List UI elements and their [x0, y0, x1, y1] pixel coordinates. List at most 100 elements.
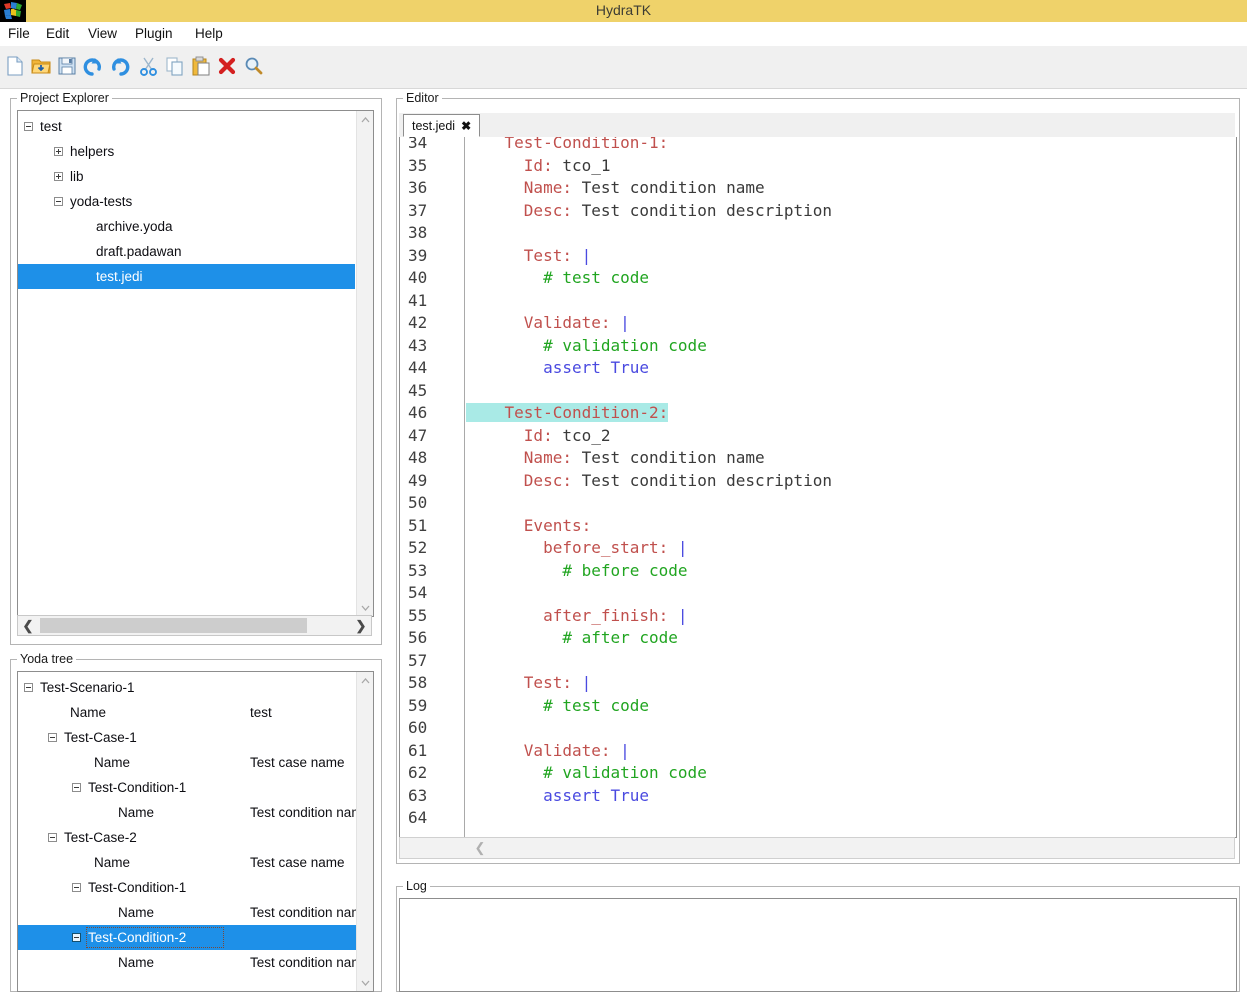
expand-toggle-icon[interactable]	[54, 147, 63, 156]
editor-hscrollbar[interactable]: ❮	[399, 837, 1235, 859]
code-line[interactable]: Name: Test condition name	[466, 447, 765, 470]
expand-toggle-icon[interactable]	[54, 172, 63, 181]
code-line[interactable]: Test: |	[466, 245, 591, 268]
code-token: Test condition name	[581, 448, 765, 467]
menu-view[interactable]: View	[84, 25, 121, 43]
scroll-up-icon[interactable]	[357, 111, 373, 128]
project-explorer-tree[interactable]: test helpers lib yoda-tests archive.yoda draf…	[17, 110, 374, 617]
cut-icon[interactable]	[136, 54, 162, 80]
yoda-tree[interactable]: Test-Scenario-1 Name test Test-Case-1 Name Te…	[17, 671, 374, 992]
code-line[interactable]: # before code	[466, 560, 687, 583]
menu-plugin[interactable]: Plugin	[131, 25, 177, 43]
close-icon[interactable]: ✖	[461, 119, 471, 133]
code-token: # test code	[466, 268, 650, 287]
code-line[interactable]: assert True	[466, 785, 649, 808]
redo-icon[interactable]	[108, 54, 134, 80]
yoda-tree-row-label: Test-Case-1	[64, 730, 137, 745]
editor-tab-test-jedi[interactable]: test.jedi ✖	[403, 114, 481, 137]
project-tree-row-label: lib	[70, 169, 84, 184]
code-line[interactable]: # validation code	[466, 762, 707, 785]
code-line[interactable]: # after code	[466, 627, 678, 650]
code-line[interactable]: # validation code	[466, 335, 707, 358]
code-line[interactable]: Test-Condition-2:	[466, 402, 669, 425]
new-file-icon[interactable]	[2, 54, 28, 80]
yoda-tree-row-label: Test-Condition-1	[88, 880, 187, 895]
yoda-tree-row[interactable]: Name Test case name	[18, 850, 373, 875]
open-folder-icon[interactable]	[28, 54, 54, 80]
code-line[interactable]: Desc: Test condition description	[466, 470, 832, 493]
project-explorer-vscrollbar[interactable]	[356, 111, 373, 616]
collapse-toggle-icon[interactable]	[24, 122, 33, 131]
project-tree-row-label: draft.padawan	[96, 244, 182, 259]
yoda-tree-row[interactable]: Test-Case-1	[18, 725, 373, 750]
editor-tab-label: test.jedi	[412, 118, 456, 133]
scroll-up-icon[interactable]	[357, 672, 373, 689]
code-token: |	[677, 605, 688, 625]
collapse-toggle-icon[interactable]	[72, 933, 81, 942]
menu-file[interactable]: File	[4, 25, 34, 43]
code-line[interactable]: Validate: |	[466, 740, 630, 763]
yoda-tree-row[interactable]: Name Test condition nam	[18, 800, 373, 825]
menu-edit[interactable]: Edit	[42, 25, 73, 43]
log-output[interactable]	[399, 898, 1237, 992]
scroll-down-icon[interactable]	[357, 599, 373, 616]
code-lines[interactable]: Test-Condition-1: Id: tco_1 Name: Test c…	[466, 137, 1236, 837]
code-line[interactable]: # test code	[466, 267, 649, 290]
code-line[interactable]: after_finish: |	[466, 605, 688, 628]
yoda-tree-row[interactable]: Test-Scenario-1	[18, 675, 373, 700]
yoda-tree-vscrollbar[interactable]	[356, 672, 373, 991]
code-token: before_start:	[466, 538, 678, 557]
hscroll-thumb[interactable]	[40, 618, 307, 633]
project-tree-row[interactable]: lib	[18, 164, 355, 189]
collapse-toggle-icon[interactable]	[24, 683, 33, 692]
yoda-tree-row[interactable]: Test-Condition-1	[18, 775, 373, 800]
code-line[interactable]: Events:	[466, 515, 591, 538]
menu-help[interactable]: Help	[191, 25, 227, 43]
code-token: Validate:	[466, 740, 621, 760]
project-tree-row[interactable]: archive.yoda	[18, 214, 355, 239]
project-tree-row[interactable]: yoda-tests	[18, 189, 355, 214]
project-tree-row[interactable]: draft.padawan	[18, 239, 355, 264]
undo-icon[interactable]	[80, 54, 106, 80]
paste-icon[interactable]	[188, 54, 214, 80]
yoda-tree-row[interactable]: Name test	[18, 700, 373, 725]
copy-icon[interactable]	[162, 54, 188, 80]
scroll-right-icon[interactable]: ❯	[351, 616, 371, 635]
code-line[interactable]: # test code	[466, 695, 649, 718]
project-tree-row[interactable]: test	[18, 114, 355, 139]
code-line[interactable]: assert True	[466, 357, 649, 380]
project-tree-row-label: archive.yoda	[96, 219, 173, 234]
code-editor[interactable]: 34 35 36 37 38 39 40 41 42 43 44 45 46 47 48 49 50 51 52 53…	[399, 137, 1237, 838]
project-explorer-hscrollbar[interactable]: ❮ ❯	[17, 615, 372, 636]
code-line[interactable]: Name: Test condition name	[466, 177, 765, 200]
yoda-tree-row[interactable]: Test-Case-2	[18, 825, 373, 850]
code-line[interactable]: Id: tco_2	[466, 425, 611, 448]
collapse-toggle-icon[interactable]	[48, 833, 57, 842]
collapse-toggle-icon[interactable]	[48, 733, 57, 742]
code-line[interactable]: Desc: Test condition description	[466, 200, 832, 223]
yoda-tree-row[interactable]: Name Test condition nam	[18, 950, 373, 975]
code-line[interactable]: before_start: |	[466, 537, 688, 560]
collapse-toggle-icon[interactable]	[72, 783, 81, 792]
scroll-left-icon[interactable]: ❮	[470, 838, 490, 857]
yoda-tree-row[interactable]: Test-Condition-2	[18, 925, 373, 950]
project-tree-row[interactable]: test.jedi	[18, 264, 355, 289]
project-tree-row[interactable]: helpers	[18, 139, 355, 164]
code-line[interactable]: Id: tco_1	[466, 155, 611, 178]
project-tree-row-label: helpers	[70, 144, 115, 159]
code-line[interactable]: Test: |	[466, 672, 591, 695]
code-token: Id:	[466, 155, 563, 175]
save-icon[interactable]	[54, 54, 80, 80]
collapse-toggle-icon[interactable]	[72, 883, 81, 892]
yoda-tree-row-label: Test-Case-2	[64, 830, 137, 845]
scroll-left-icon[interactable]: ❮	[18, 616, 38, 635]
collapse-toggle-icon[interactable]	[54, 197, 63, 206]
scroll-down-icon[interactable]	[357, 974, 373, 991]
code-line[interactable]: Validate: |	[466, 312, 630, 335]
yoda-tree-row[interactable]: Name Test condition nam	[18, 900, 373, 925]
delete-icon[interactable]	[214, 54, 240, 80]
search-icon[interactable]	[241, 54, 267, 80]
yoda-tree-row[interactable]: Name Test case name	[18, 750, 373, 775]
yoda-tree-row[interactable]: Test-Condition-1	[18, 875, 373, 900]
code-line[interactable]: Test-Condition-1:	[466, 137, 669, 155]
